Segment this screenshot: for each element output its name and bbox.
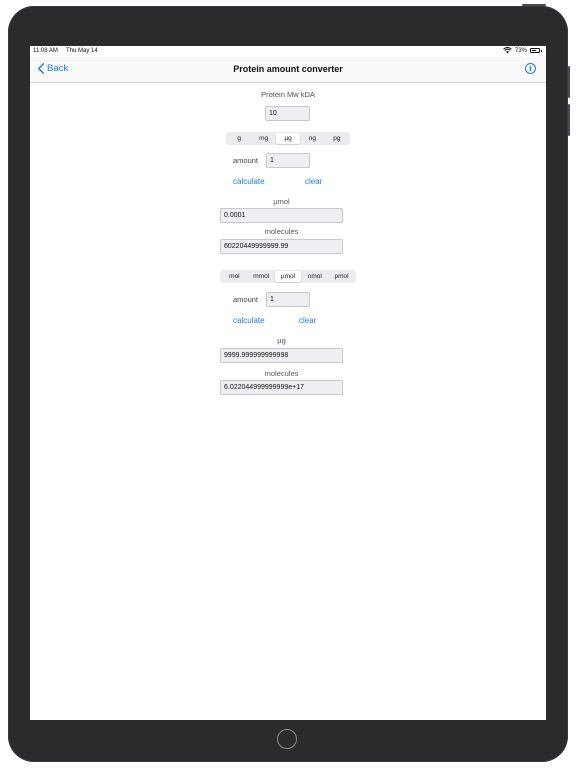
status-bar: 11:08 AM Thu May 14 73% (30, 46, 546, 57)
molar-unit-selector[interactable]: mol mmol µmol nmol pmol (220, 270, 356, 283)
mw-input[interactable]: 10 (265, 106, 310, 121)
molar-result-unit-label: µg (277, 336, 286, 345)
mass-amount-label: amount (233, 156, 259, 165)
mass-unit-option[interactable]: ng (300, 133, 324, 144)
mass-molecules-field[interactable]: 60220449999999.99 (220, 239, 343, 254)
molar-unit-option[interactable]: µmol (274, 271, 302, 282)
mass-molecules-label: molecules (264, 227, 299, 236)
mass-amount-input[interactable]: 1 (266, 153, 310, 168)
molar-unit-option[interactable]: mol (221, 271, 248, 282)
mass-unit-option[interactable]: pg (325, 133, 349, 144)
info-icon[interactable]: i (525, 63, 536, 74)
molar-unit-option[interactable]: pmol (328, 271, 355, 282)
molar-clear-button[interactable]: clear (299, 316, 316, 325)
page-title: Protein amount converter (233, 64, 343, 74)
molar-amount-label: amount (233, 295, 259, 304)
molar-molecules-label: molecules (264, 369, 299, 378)
mass-unit-option[interactable]: g (227, 133, 251, 144)
mw-label: Protein Mw kDA (261, 90, 315, 99)
battery-icon (530, 48, 542, 53)
battery-percent: 73% (514, 47, 527, 54)
molar-molecules-field[interactable]: 6.022044999999999e+17 (220, 380, 343, 395)
molar-unit-option[interactable]: mmol (248, 271, 275, 282)
mass-unit-option[interactable]: µg (275, 133, 301, 144)
molar-unit-option[interactable]: nmol (301, 271, 328, 282)
mass-unit-option[interactable]: mg (251, 133, 275, 144)
status-right: 73% (503, 47, 542, 54)
volume-button (568, 104, 570, 136)
molar-calculate-button[interactable]: calculate (233, 316, 265, 325)
navigation-bar: Back Protein amount converter i (30, 57, 546, 83)
mass-result-field[interactable]: 0.0001 (220, 208, 343, 223)
mass-calculate-button[interactable]: calculate (233, 177, 265, 186)
app-screen: 11:08 AM Thu May 14 73% Back Protein amo… (30, 46, 546, 720)
mass-unit-selector[interactable]: g mg µg ng pg (226, 132, 350, 145)
molar-result-field[interactable]: 9999.999999999998 (220, 348, 343, 363)
wifi-icon (503, 47, 512, 54)
mass-result-unit-label: µmol (273, 197, 290, 206)
status-date: Thu May 14 (66, 48, 98, 54)
molar-amount-input[interactable]: 1 (266, 292, 310, 307)
mass-clear-button[interactable]: clear (305, 177, 322, 186)
power-button (522, 4, 546, 6)
status-time: 11:08 AM (33, 48, 58, 54)
home-button[interactable] (277, 729, 297, 749)
volume-button (568, 66, 570, 98)
